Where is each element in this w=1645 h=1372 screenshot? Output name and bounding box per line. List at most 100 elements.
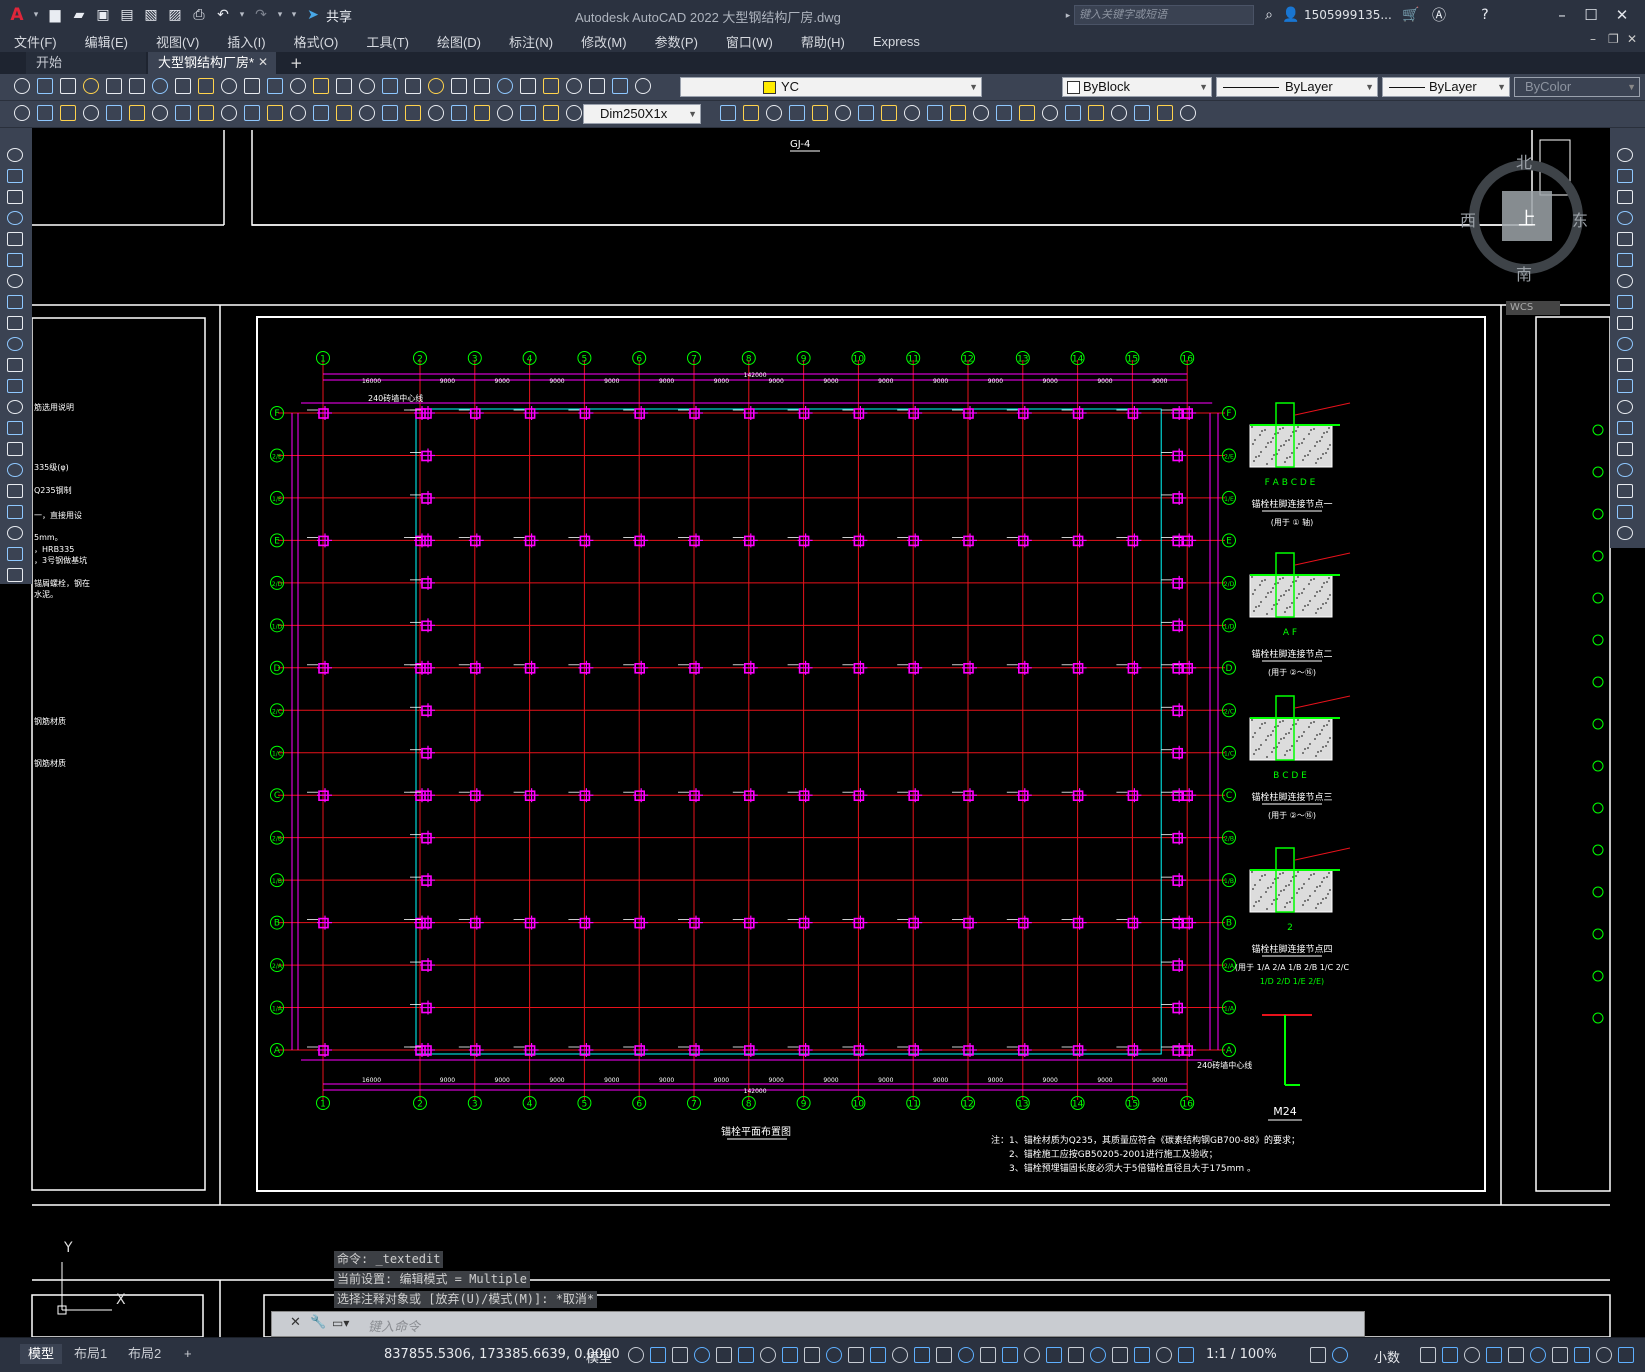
dim-diameter-icon[interactable] (858, 105, 874, 121)
auto-scale-icon[interactable] (980, 1347, 996, 1363)
gizmo-icon[interactable] (936, 1347, 952, 1363)
break-icon[interactable] (1617, 400, 1633, 414)
dim-angular-icon[interactable] (175, 105, 191, 121)
open-icon[interactable] (612, 78, 628, 94)
doc-minimize-icon[interactable]: – (1590, 32, 1596, 46)
linetype-dropdown[interactable]: ByLayer ▼ (1216, 77, 1378, 97)
menu-draw[interactable]: 绘图(D) (423, 32, 495, 51)
quick-dim-icon[interactable] (904, 105, 920, 121)
cut-icon[interactable] (152, 78, 168, 94)
tab-close-icon[interactable]: ✕ (258, 55, 268, 69)
infer-icon[interactable] (672, 1347, 688, 1363)
viewcube-east[interactable]: 东 (1572, 207, 1588, 231)
plotstyle-dropdown[interactable]: ByColor ▼ (1514, 77, 1640, 97)
3d-osnap-icon[interactable] (1552, 1347, 1568, 1363)
grid-icon[interactable] (628, 1347, 644, 1363)
zoom-prev-icon[interactable] (359, 78, 375, 94)
selection-cycling-icon[interactable] (1530, 1347, 1546, 1363)
new-file-icon[interactable]: ▆ (44, 5, 66, 25)
dim-continue-icon[interactable] (950, 105, 966, 121)
user-icon[interactable]: 👤 (1280, 5, 1302, 25)
center-mark-icon[interactable] (336, 105, 352, 121)
join-icon[interactable] (1617, 421, 1633, 435)
ortho-icon[interactable] (1310, 1347, 1326, 1363)
viewcube[interactable]: 北 西 东 南 上 WCS (1460, 153, 1588, 315)
menu-edit[interactable]: 编辑(E) (71, 32, 142, 51)
save-web-icon[interactable]: ▨ (164, 5, 186, 25)
3d-osnap-icon[interactable] (870, 1347, 886, 1363)
qnew-icon[interactable] (589, 78, 605, 94)
dim-ordinate-icon[interactable] (83, 105, 99, 121)
erase-icon[interactable] (1617, 148, 1633, 162)
3d-torus-icon[interactable] (543, 105, 559, 121)
snap-icon[interactable] (650, 1347, 666, 1363)
minimize-icon[interactable]: – (1548, 4, 1576, 26)
quick-dim-icon[interactable] (198, 105, 214, 121)
dim-diameter-icon[interactable] (152, 105, 168, 121)
search-icon[interactable]: ⌕ (1258, 5, 1280, 25)
draworder-icon[interactable] (1617, 526, 1633, 540)
region-icon[interactable] (7, 484, 23, 498)
fillet-icon[interactable] (1617, 463, 1633, 477)
tolerance-icon[interactable] (313, 105, 329, 121)
dim-arc-icon[interactable] (766, 105, 782, 121)
menu-tools[interactable]: 工具(T) (352, 32, 423, 51)
dim-continue-icon[interactable] (244, 105, 260, 121)
tool-palette-icon[interactable] (428, 78, 444, 94)
match-icon[interactable] (221, 78, 237, 94)
customize-icon[interactable] (1112, 1347, 1128, 1363)
print-icon[interactable] (83, 78, 99, 94)
gradient-icon[interactable] (7, 463, 23, 477)
3d-box-icon[interactable] (1134, 105, 1150, 121)
add-layout-icon[interactable]: + (176, 1344, 200, 1364)
maximize-icon[interactable]: ☐ (1577, 4, 1605, 26)
dim-jogged-icon[interactable] (129, 105, 145, 121)
graphics-performance-icon[interactable] (1068, 1347, 1084, 1363)
isodraft-icon[interactable] (738, 1347, 754, 1363)
isolate-icon[interactable] (1046, 1347, 1062, 1363)
table-icon[interactable] (7, 505, 23, 519)
grid-icon[interactable] (1134, 1347, 1150, 1363)
move-icon[interactable] (1617, 253, 1633, 267)
search-expand-icon[interactable]: ▸ (1062, 6, 1074, 26)
doc-restore-icon[interactable]: ❐ (1608, 32, 1619, 46)
undo-icon[interactable] (244, 78, 260, 94)
help-icon[interactable] (520, 78, 536, 94)
menu-insert[interactable]: 插入(I) (213, 32, 279, 51)
hatch-icon[interactable] (7, 442, 23, 456)
share-button[interactable]: 共享 (326, 6, 352, 25)
offset-icon[interactable] (1617, 211, 1633, 225)
dim-ordinate-icon[interactable] (789, 105, 805, 121)
ellipse-arc-icon[interactable] (7, 358, 23, 372)
dim-linear-icon[interactable] (720, 105, 736, 121)
break-point-icon[interactable] (1617, 379, 1633, 393)
polygon-icon[interactable] (7, 211, 23, 225)
3d-wedge-icon[interactable] (451, 105, 467, 121)
isodraft-icon[interactable] (1420, 1347, 1436, 1363)
extend-icon[interactable] (1617, 358, 1633, 372)
calc-icon[interactable] (497, 78, 513, 94)
polar-icon[interactable] (716, 1347, 732, 1363)
transparency-icon[interactable] (826, 1347, 842, 1363)
3d-sphere-icon[interactable] (497, 105, 513, 121)
menu-express[interactable]: Express (859, 34, 934, 49)
dim-aligned-icon[interactable] (743, 105, 759, 121)
dim-aligned-icon[interactable] (37, 105, 53, 121)
osnap-icon[interactable] (1464, 1347, 1480, 1363)
redo-icon[interactable] (267, 78, 283, 94)
dim-radius-icon[interactable] (812, 105, 828, 121)
model-space-toggle[interactable]: 模型 (586, 1347, 612, 1366)
save-as-icon[interactable]: ▤ (116, 5, 138, 25)
dimstyle-dropdown[interactable]: Dim250X1x ▼ (583, 104, 701, 124)
line-icon[interactable] (7, 568, 23, 582)
add-selected-icon[interactable] (7, 547, 23, 561)
rotate-icon[interactable] (1617, 274, 1633, 288)
annotation-visibility-icon[interactable] (958, 1347, 974, 1363)
viewcube-west[interactable]: 西 (1460, 207, 1476, 231)
app-menu-arrow-icon[interactable]: ▾ (30, 5, 42, 25)
revcloud-icon[interactable] (7, 295, 23, 309)
scale-icon[interactable] (1617, 295, 1633, 309)
viewcube-north[interactable]: 北 (1516, 149, 1532, 173)
layout-tab-model[interactable]: 模型 (20, 1344, 63, 1364)
preview-icon[interactable] (106, 78, 122, 94)
